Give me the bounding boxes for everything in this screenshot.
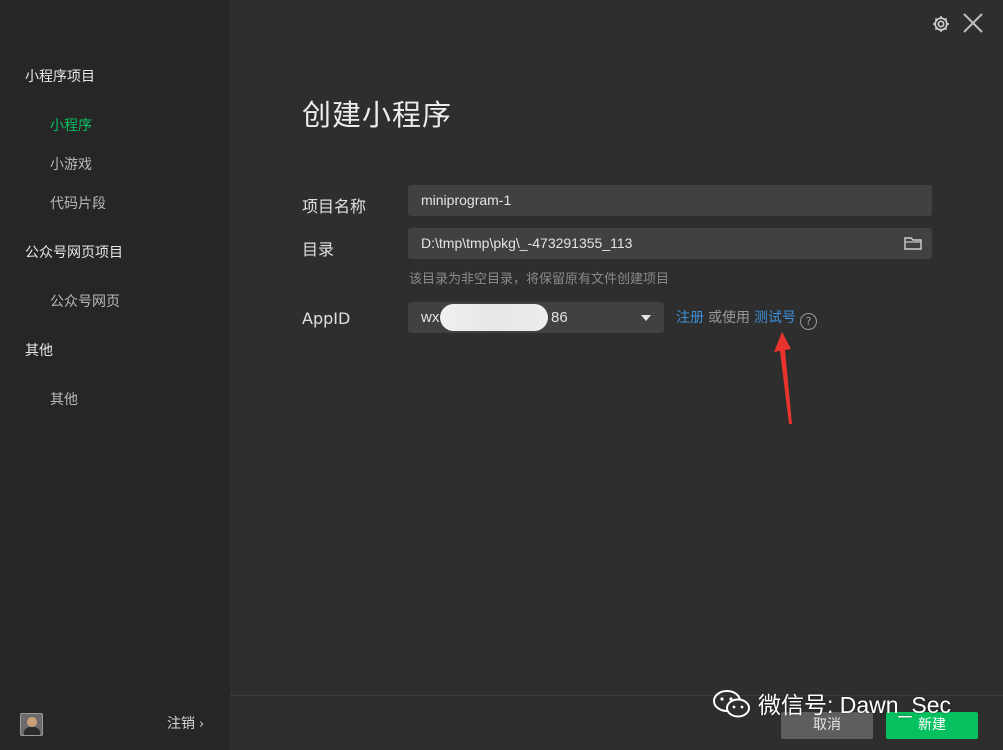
page-title: 创建小程序: [302, 98, 453, 132]
sidebar-item-code-snippet[interactable]: 代码片段: [50, 193, 106, 213]
watermark: 微信号: Dawn_Sec: [712, 686, 951, 720]
project-name-input[interactable]: miniprogram-1: [408, 185, 932, 216]
sidebar-section-official-account-web: 公众号网页项目: [25, 245, 123, 261]
logout-label: 注销: [167, 716, 195, 732]
close-icon[interactable]: [962, 12, 984, 34]
folder-icon[interactable]: [904, 235, 922, 251]
help-icon[interactable]: ?: [800, 313, 817, 330]
sidebar-item-official-account-web[interactable]: 公众号网页: [50, 291, 120, 311]
register-link[interactable]: 注册: [676, 310, 704, 326]
sidebar-item-other[interactable]: 其他: [50, 389, 78, 409]
sidebar-section-miniprogram-projects: 小程序项目: [25, 69, 95, 85]
wechat-icon: [713, 690, 750, 718]
annotation-arrow: [774, 332, 792, 424]
appid-value-end: 86: [551, 309, 568, 326]
test-account-link[interactable]: 测试号: [754, 310, 796, 326]
directory-label: 目录: [302, 240, 335, 259]
sidebar-item-miniprogram[interactable]: 小程序: [50, 115, 92, 135]
sidebar: 小程序项目 小程序 小游戏 代码片段 公众号网页项目 公众号网页 其他 其他 注…: [0, 0, 230, 750]
project-name-label: 项目名称: [302, 197, 367, 216]
logout-button[interactable]: 注销 ›: [167, 713, 204, 733]
directory-value: D:\tmp\tmp\pkg\_-473291355_113: [421, 235, 633, 251]
caret-down-icon: [641, 315, 651, 321]
chevron-right-icon: ›: [199, 717, 205, 732]
gear-icon[interactable]: [931, 14, 951, 34]
appid-label: AppID: [302, 309, 351, 328]
appid-select[interactable]: wx 86: [408, 302, 664, 333]
avatar[interactable]: [20, 713, 43, 736]
sidebar-footer: 注销 ›: [0, 700, 230, 750]
appid-value-start: wx: [421, 309, 440, 326]
appid-links: 注册 或使用 测试号?: [676, 307, 817, 330]
directory-hint: 该目录为非空目录，将保留原有文件创建项目: [409, 272, 670, 287]
redaction-blur: [440, 304, 548, 331]
watermark-text: 微信号: Dawn_Sec: [758, 692, 952, 718]
or-use-text: 或使用: [708, 310, 750, 326]
sidebar-section-other: 其他: [25, 343, 53, 359]
sidebar-item-minigame[interactable]: 小游戏: [50, 154, 92, 174]
directory-input[interactable]: D:\tmp\tmp\pkg\_-473291355_113: [408, 228, 932, 259]
